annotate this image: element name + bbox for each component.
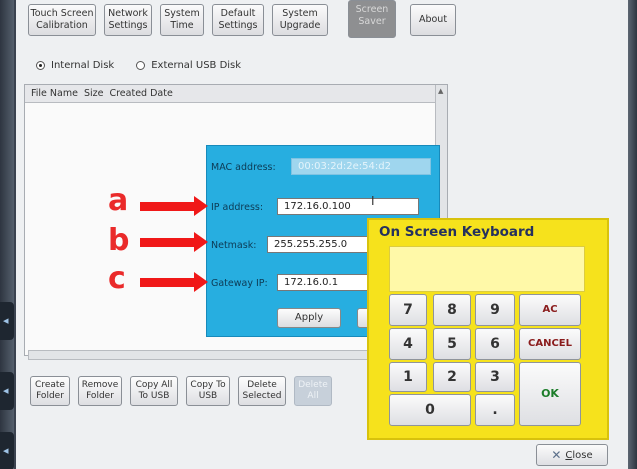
column-size[interactable]: Size	[84, 88, 104, 99]
scroll-up-icon[interactable]: ▲	[438, 87, 446, 95]
apply-button[interactable]: Apply	[277, 308, 341, 328]
file-actions: Create Folder Remove Folder Copy All To …	[30, 376, 332, 406]
tab-about[interactable]: About	[410, 4, 456, 36]
arrow-right-icon	[194, 196, 208, 216]
file-list-header: File Name Size Created Date	[25, 85, 447, 103]
side-arrow-icon: ◂	[0, 372, 14, 410]
tab-system-upgrade[interactable]: System Upgrade	[272, 4, 328, 36]
external-usb-disk-label: External USB Disk	[151, 60, 242, 71]
key-ac[interactable]: AC	[519, 294, 581, 326]
key-2[interactable]: 2	[433, 362, 471, 392]
storage-selector: Internal Disk External USB Disk	[36, 60, 241, 71]
external-usb-disk-radio[interactable]	[136, 61, 146, 70]
keyboard-display	[389, 246, 585, 292]
close-label: Close	[565, 449, 593, 461]
mac-address-label: MAC address:	[211, 162, 276, 173]
key-6[interactable]: 6	[475, 328, 515, 360]
keyboard-title: On Screen Keyboard	[379, 224, 535, 240]
column-file-name[interactable]: File Name	[31, 88, 78, 99]
ip-address-field[interactable]: 172.16.0.100	[277, 198, 419, 215]
internal-disk-label: Internal Disk	[51, 60, 115, 71]
mac-address-field: 00:03:2d:2e:54:d2	[291, 158, 431, 175]
gateway-ip-field[interactable]: 172.16.0.1	[277, 274, 377, 291]
remove-folder-button[interactable]: Remove Folder	[78, 376, 122, 406]
key-ok[interactable]: OK	[519, 362, 581, 426]
netmask-field[interactable]: 255.255.255.0	[267, 236, 377, 253]
close-icon: ✕	[551, 448, 562, 462]
arrow-right-icon	[194, 232, 208, 252]
key-0[interactable]: 0	[389, 394, 471, 426]
tab-default-settings[interactable]: Default Settings	[212, 4, 264, 36]
side-arrow-icon: ◂	[0, 302, 14, 340]
copy-all-to-usb-button[interactable]: Copy All To USB	[130, 376, 178, 406]
text-cursor-icon: I	[371, 194, 375, 208]
copy-to-usb-button[interactable]: Copy To USB	[186, 376, 230, 406]
tab-network-settings[interactable]: Network Settings	[104, 4, 152, 36]
key-1[interactable]: 1	[389, 362, 427, 392]
key-4[interactable]: 4	[389, 328, 427, 360]
key-cancel[interactable]: CANCEL	[519, 328, 581, 360]
key-9[interactable]: 9	[475, 294, 515, 326]
on-screen-keyboard: On Screen Keyboard 7 8 9 AC 4 5 6 CANCEL…	[367, 218, 609, 440]
key-5[interactable]: 5	[433, 328, 471, 360]
ip-address-label: IP address:	[211, 202, 264, 213]
annotation-label-c: c	[108, 261, 126, 296]
internal-disk-radio[interactable]	[36, 61, 45, 70]
annotation-label-b: b	[108, 223, 130, 258]
key-dot[interactable]: .	[475, 394, 515, 426]
delete-selected-button[interactable]: Delete Selected	[238, 376, 286, 406]
gateway-ip-label: Gateway IP:	[211, 278, 268, 289]
tab-screen-saver[interactable]: Screen Saver	[348, 0, 396, 38]
key-8[interactable]: 8	[433, 294, 471, 326]
key-7[interactable]: 7	[389, 294, 427, 326]
annotation-arrow-b	[140, 238, 196, 247]
tab-touch-screen-calibration[interactable]: Touch Screen Calibration	[28, 4, 96, 36]
create-folder-button[interactable]: Create Folder	[30, 376, 70, 406]
tab-system-time[interactable]: System Time	[160, 4, 204, 36]
delete-all-button[interactable]: Delete All	[294, 376, 332, 406]
close-button[interactable]: ✕ Close	[536, 444, 608, 466]
annotation-arrow-a	[140, 202, 196, 211]
netmask-label: Netmask:	[211, 240, 257, 251]
arrow-right-icon	[194, 272, 208, 292]
side-arrow-icon: ◂	[0, 432, 14, 469]
annotation-label-a: a	[108, 183, 129, 218]
annotation-arrow-c	[140, 278, 196, 287]
key-3[interactable]: 3	[475, 362, 515, 392]
column-created-date[interactable]: Created Date	[109, 88, 172, 99]
right-bezel	[628, 0, 637, 469]
